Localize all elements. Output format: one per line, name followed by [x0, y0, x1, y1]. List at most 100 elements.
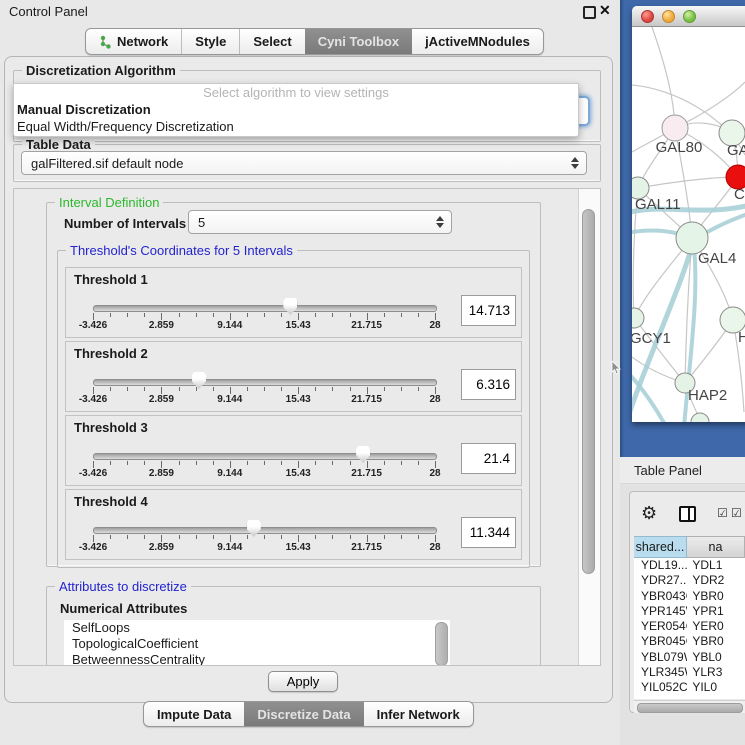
slider-track[interactable] [93, 527, 437, 534]
slider-tick [435, 387, 436, 394]
slider-tick [179, 313, 180, 317]
table-cell: YDR2 [687, 573, 745, 588]
algorithm-dropdown-popup: Select algorithm to view settings Manual… [13, 83, 579, 137]
tab-cyni-toolbox[interactable]: Cyni Toolbox [305, 29, 412, 54]
attribute-list-item[interactable]: BetweennessCentrality [64, 652, 450, 666]
table-row[interactable]: YDR27...YDR2 [634, 573, 745, 588]
slider-tick [93, 387, 94, 394]
table-cell: YPR145W [634, 604, 687, 619]
slider-tick-label: 9.144 [217, 320, 242, 331]
tab-discretize-data[interactable]: Discretize Data [244, 702, 363, 726]
slider-tick [350, 535, 351, 539]
attribute-list-item[interactable]: TopologicalCoefficient [64, 636, 450, 652]
tab-style[interactable]: Style [181, 29, 239, 54]
table-row[interactable]: YPR145WYPR1 [634, 604, 745, 619]
table-column-header[interactable]: na [687, 536, 745, 558]
slider-tick [418, 313, 419, 317]
slider-tick-label: 9.144 [217, 468, 242, 479]
close-icon[interactable]: ✕ [599, 2, 611, 19]
slider-tick-label: 2.859 [149, 394, 174, 405]
mouse-cursor [611, 361, 621, 375]
table-cell: YBL0 [687, 650, 745, 665]
minimize-traffic-light-icon[interactable] [662, 10, 675, 23]
slider-thumb[interactable] [247, 520, 261, 537]
table-column-header[interactable]: shared... [634, 536, 687, 558]
table-row[interactable]: YER054CYER0 [634, 619, 745, 634]
slider-tick-label: 15.43 [286, 542, 311, 553]
slider-thumb[interactable] [192, 372, 206, 389]
slider-tick [332, 387, 333, 391]
table-data-combo[interactable]: galFiltered.sif default node [21, 151, 587, 175]
slider-tick [384, 313, 385, 317]
tab-jactivemnodules[interactable]: jActiveMNodules [412, 29, 543, 54]
tab-label: Cyni Toolbox [318, 34, 399, 49]
slider-thumb[interactable] [283, 298, 297, 315]
threshold-value-field[interactable] [461, 517, 516, 548]
slider-tick [110, 313, 111, 317]
slider-tick-label: 21.715 [351, 468, 382, 479]
table-hscrollbar-track[interactable] [634, 700, 745, 713]
attribute-list-item[interactable]: SelfLoops [64, 620, 450, 636]
network-window-titlebar [632, 6, 745, 27]
threshold-value-field[interactable] [461, 369, 516, 400]
table-row[interactable]: YLR345WYLR3 [634, 665, 745, 680]
table-row[interactable]: YIL052CYIL0 [634, 680, 745, 695]
slider-tick [401, 535, 402, 539]
table-cell: YDR27... [634, 573, 687, 588]
table-row[interactable]: YDL19...YDL1 [634, 558, 745, 573]
slider-track[interactable] [93, 379, 437, 386]
slider-tick [298, 461, 299, 468]
table-hscrollbar-thumb[interactable] [637, 703, 743, 713]
tab-network[interactable]: Network [86, 29, 181, 54]
network-node[interactable] [691, 413, 709, 422]
tab-label: Network [117, 34, 168, 49]
checkbox-icon[interactable]: ☑ [731, 506, 742, 520]
table-row[interactable]: YBR045CYBR0 [634, 634, 745, 649]
threshold-value-field[interactable] [461, 295, 516, 326]
slider-thumb[interactable] [356, 446, 370, 463]
slider-tick [298, 387, 299, 394]
slider-tick [213, 535, 214, 539]
slider-track[interactable] [93, 305, 437, 312]
float-icon[interactable] [583, 6, 596, 19]
table-row[interactable]: YBL079WYBL0 [634, 650, 745, 665]
checkbox-icon[interactable]: ☑ [717, 506, 728, 520]
network-node-label: GAL4 [698, 250, 736, 267]
zoom-traffic-light-icon[interactable] [683, 10, 696, 23]
threshold-label: Threshold 1 [74, 272, 148, 287]
slider-tick [144, 535, 145, 539]
threshold-value-field[interactable] [461, 443, 516, 474]
slider-tick [281, 387, 282, 391]
threshold-label: Threshold 3 [74, 420, 148, 435]
num-intervals-combo[interactable]: 5 [188, 210, 452, 234]
slider-track[interactable] [93, 453, 437, 460]
settings-scrollbar-track[interactable] [578, 189, 601, 665]
slider-tick-label: 28 [429, 320, 440, 331]
gear-icon[interactable]: ⚙ [641, 503, 657, 524]
slider-tick [435, 535, 436, 542]
table-cell: YLR3 [687, 665, 745, 680]
network-node[interactable] [662, 115, 688, 141]
table-cell: YIL0 [687, 680, 745, 695]
close-traffic-light-icon[interactable] [641, 10, 654, 23]
slider-tick [196, 313, 197, 317]
network-canvas[interactable]: GAL80GACGAL11GAL4GCY1HHAP2 [632, 27, 745, 422]
network-node[interactable] [632, 308, 644, 328]
settings-scrollbar-thumb[interactable] [582, 209, 595, 574]
slider-tick [161, 535, 162, 542]
apply-button[interactable]: Apply [268, 671, 338, 692]
slider-tick-label: -3.426 [79, 394, 107, 405]
application-window: Control Panel ✕ NetworkStyleSelectCyni T… [0, 0, 745, 745]
popup-option[interactable]: Manual Discretization [14, 101, 578, 118]
columns-icon[interactable] [679, 506, 696, 522]
tab-infer-network[interactable]: Infer Network [364, 702, 473, 726]
slider-tick [247, 461, 248, 465]
table-cell: YBR0 [687, 634, 745, 649]
tab-impute-data[interactable]: Impute Data [144, 702, 244, 726]
tab-select[interactable]: Select [239, 29, 304, 54]
slider-tick [367, 313, 368, 320]
table-row[interactable]: YBR043CYBR0 [634, 589, 745, 604]
popup-option[interactable]: Equal Width/Frequency Discretization [14, 118, 578, 135]
attributes-scrollbar[interactable] [435, 622, 448, 666]
slider-tick-label: 2.859 [149, 542, 174, 553]
